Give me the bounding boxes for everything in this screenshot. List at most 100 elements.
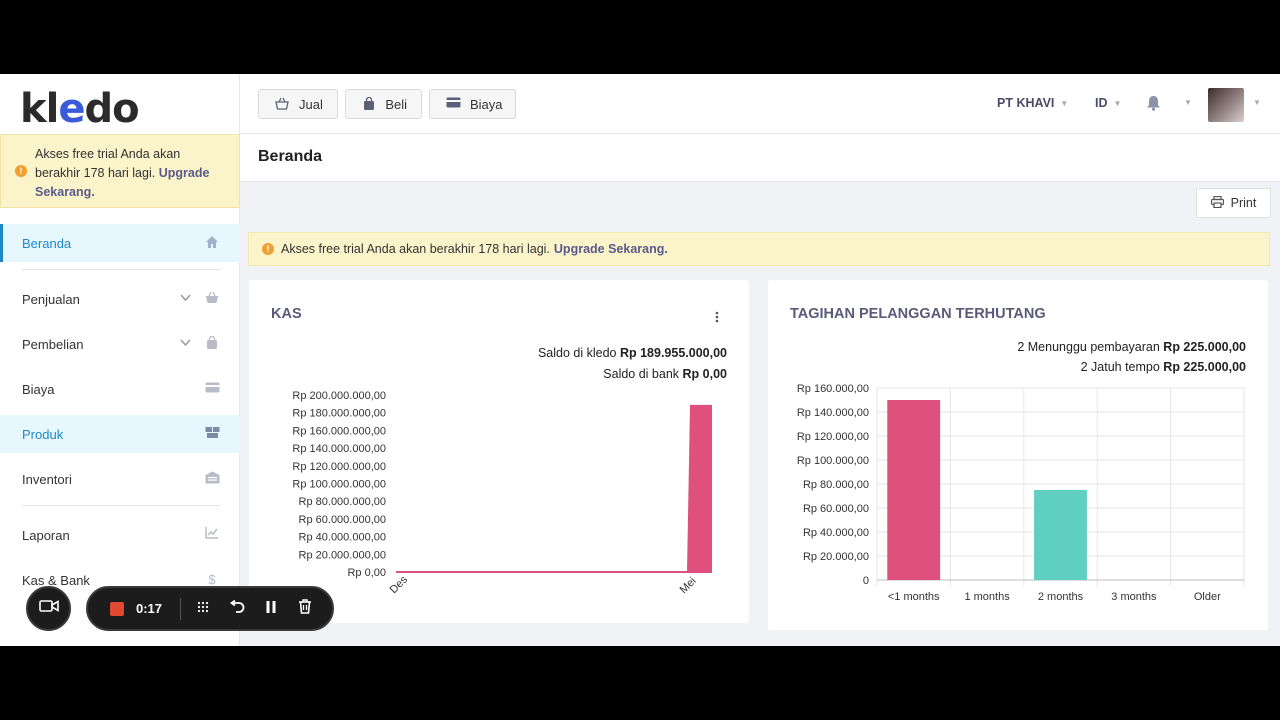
camera-icon — [38, 599, 59, 618]
boxes-icon — [204, 426, 220, 442]
y-tick-label: Rp 100.000,00 — [797, 455, 869, 467]
y-tick-label: Rp 0,00 — [347, 567, 386, 579]
bell-icon[interactable] — [1146, 95, 1162, 111]
camera-button[interactable] — [26, 586, 71, 631]
caret-down-icon: ▼ — [1113, 99, 1122, 109]
x-tick-label: 1 months — [964, 591, 1010, 603]
stop-recording-button[interactable] — [110, 602, 124, 616]
recording-toolbar: 0:17 — [86, 586, 334, 631]
bag-icon — [362, 96, 375, 111]
sidebar-item-label: Biaya — [22, 381, 55, 397]
sidebar-item-label: Laporan — [22, 527, 70, 543]
beli-button[interactable]: Beli — [345, 89, 422, 119]
tagihan-bar-chart: Rp 160.000,00 Rp 140.000,00 Rp 120.000,00 R… — [797, 383, 1245, 603]
kas-area-series — [396, 404, 712, 573]
y-tick-label: Rp 120.000,00 — [797, 431, 869, 443]
basket-icon — [204, 291, 220, 307]
language-dropdown[interactable]: ID ▼ — [1095, 96, 1121, 110]
y-tick-label: Rp 200.000.000,00 — [292, 390, 386, 402]
trial-notice: ! Akses free trial Anda akan berakhir 17… — [0, 134, 240, 208]
kledo-logo[interactable]: kledo — [20, 86, 140, 132]
language-code: ID — [1095, 96, 1108, 110]
y-tick-label: 0 — [863, 575, 869, 587]
recording-timer: 0:17 — [136, 601, 163, 616]
sidebar-item-produk[interactable]: Produk — [0, 415, 240, 453]
beli-label: Beli — [385, 96, 407, 112]
sidebar-item-beranda[interactable]: Beranda — [0, 224, 240, 262]
sidebar-item-label: Produk — [22, 426, 64, 442]
jual-label: Jual — [299, 96, 323, 112]
avatar[interactable] — [1208, 88, 1244, 122]
sidebar-item-label: Inventori — [22, 471, 72, 487]
bag-icon — [204, 335, 220, 352]
y-tick-label: Rp 20.000,00 — [803, 551, 869, 563]
bar — [887, 400, 941, 580]
sidebar-item-label: Beranda — [22, 235, 72, 251]
caret-down-icon: ▼ — [1060, 99, 1069, 109]
drag-handle-icon[interactable] — [194, 599, 212, 619]
app-window: kledo ! Akses free trial Anda akan berak… — [0, 74, 1280, 646]
toolbar-divider — [180, 598, 181, 620]
basket-icon — [275, 97, 289, 111]
y-tick-label: Rp 160.000,00 — [797, 383, 869, 395]
y-tick-label: Rp 20.000.000,00 — [299, 549, 386, 561]
x-tick-label: Older — [1194, 591, 1221, 603]
warehouse-icon — [204, 471, 220, 487]
dashboard-content: Print ! Akses free trial Anda akan berak… — [240, 182, 1280, 646]
x-tick-label: Mei — [678, 575, 699, 596]
y-tick-label: Rp 140.000,00 — [797, 407, 869, 419]
sidebar-nav: Beranda Penjualan Pembelian Biaya Produk… — [0, 224, 240, 606]
chevron-down-icon[interactable] — [180, 336, 192, 352]
company-dropdown[interactable]: PT KHAVI ▼ — [997, 96, 1068, 110]
trash-icon[interactable] — [296, 599, 314, 619]
y-tick-label: Rp 140.000.000,00 — [292, 443, 386, 455]
sidebar-divider — [22, 505, 220, 506]
page-header: Beranda — [240, 134, 1280, 182]
x-tick-label: 3 months — [1111, 591, 1157, 603]
sidebar-divider — [22, 269, 220, 270]
x-tick-label: Des — [388, 573, 411, 596]
sidebar-item-label: Penjualan — [22, 291, 80, 307]
card-icon — [204, 381, 220, 397]
caret-down-icon[interactable]: ▼ — [1184, 98, 1192, 107]
sidebar: kledo ! Akses free trial Anda akan berak… — [0, 74, 240, 646]
sidebar-item-inventori[interactable]: Inventori — [0, 460, 240, 498]
print-button[interactable]: Print — [1196, 188, 1271, 218]
kas-area-chart: Rp 200.000.000,00 Rp 180.000.000,00 Rp 160… — [292, 390, 712, 596]
print-label: Print — [1230, 196, 1257, 210]
sidebar-item-laporan[interactable]: Laporan — [0, 516, 240, 554]
jual-button[interactable]: Jual — [258, 89, 338, 119]
bar — [1034, 490, 1087, 580]
x-tick-label: 2 months — [1038, 591, 1084, 603]
caret-down-icon[interactable]: ▼ — [1253, 98, 1261, 107]
y-tick-label: Rp 60.000.000,00 — [299, 514, 386, 526]
upgrade-link[interactable]: Upgrade Sekarang. — [554, 242, 668, 256]
undo-icon[interactable] — [228, 599, 246, 619]
sidebar-item-pembelian[interactable]: Pembelian — [0, 325, 240, 363]
card-icon — [446, 97, 461, 111]
tagihan-card: TAGIHAN PELANGGAN TERHUTANG 2 Menunggu p… — [768, 280, 1268, 630]
y-tick-label: Rp 80.000,00 — [803, 479, 869, 491]
page-title: Beranda — [258, 148, 323, 165]
chevron-down-icon[interactable] — [180, 291, 192, 307]
y-tick-label: Rp 120.000.000,00 — [292, 461, 386, 473]
company-name: PT KHAVI — [997, 96, 1055, 110]
sidebar-item-label: Kas & Bank — [22, 572, 90, 588]
topbar: Jual Beli Biaya PT KHAVI ▼ ID ▼ ▼ ▼ — [240, 74, 1280, 134]
sidebar-item-penjualan[interactable]: Penjualan — [0, 280, 240, 318]
warning-icon: ! — [262, 243, 274, 255]
trial-alert-text: Akses free trial Anda akan berakhir 178 … — [281, 242, 550, 256]
chart-icon — [204, 527, 220, 543]
warning-icon: ! — [15, 165, 27, 177]
biaya-button[interactable]: Biaya — [429, 89, 516, 119]
y-tick-label: Rp 80.000.000,00 — [299, 496, 386, 508]
y-tick-label: Rp 180.000.000,00 — [292, 408, 386, 420]
sidebar-item-label: Pembelian — [22, 336, 84, 352]
sidebar-item-biaya[interactable]: Biaya — [0, 370, 240, 408]
y-tick-label: Rp 40.000.000,00 — [299, 532, 386, 544]
x-tick-label: <1 months — [888, 591, 940, 603]
y-tick-label: Rp 100.000.000,00 — [292, 479, 386, 491]
y-tick-label: Rp 160.000.000,00 — [292, 425, 386, 437]
pause-icon[interactable] — [262, 599, 280, 619]
printer-icon — [1210, 195, 1224, 211]
